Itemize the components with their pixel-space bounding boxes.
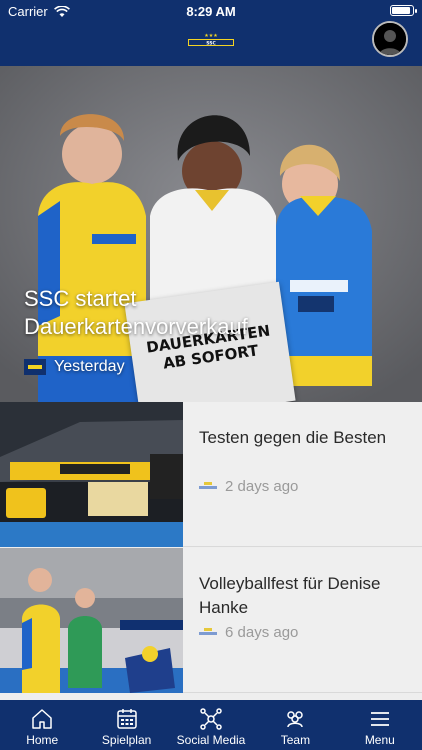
hero-title[interactable]: SSC startet Dauerkartenvorverkauf: [24, 285, 324, 341]
battery-icon: [390, 5, 417, 16]
news-title-2[interactable]: Volleyballfest für Denise Hanke: [199, 572, 399, 620]
club-logo-icon: [199, 627, 217, 638]
news-thumbnail-2: [0, 548, 183, 693]
top-bar: Carrier 8:29 AM ★★★ SSC: [0, 0, 422, 66]
user-silhouette-icon: [374, 23, 406, 55]
tab-team-label: Team: [280, 733, 311, 747]
calendar-icon: [116, 709, 137, 729]
svg-text:SSC: SSC: [206, 40, 216, 46]
club-source-icon: [24, 359, 46, 375]
hero-meta: Yesterday: [24, 358, 125, 376]
news-item-1[interactable]: Testen gegen die Besten 2 days ago: [0, 402, 422, 547]
home-icon: [32, 709, 52, 729]
tab-social-media-label: Social Media: [176, 733, 246, 747]
tab-home-label: Home: [26, 733, 59, 747]
tab-social-media[interactable]: Social Media: [169, 700, 253, 750]
news-date-1: 2 days ago: [225, 478, 299, 495]
hero-article[interactable]: DAUERKARTEN AB SOFORT SSC startet Dauerk…: [0, 66, 422, 402]
players-image: [0, 548, 183, 693]
news-item-2[interactable]: Volleyballfest für Denise Hanke 6 days a…: [0, 548, 422, 693]
tab-menu-label: Menu: [364, 733, 395, 747]
network-icon: [200, 708, 222, 730]
news-meta-2: 6 days ago: [199, 624, 298, 641]
club-logo: ★★★ SSC: [188, 33, 234, 46]
status-bar: Carrier 8:29 AM: [0, 0, 422, 22]
arena-image: [0, 402, 183, 547]
tab-spielplan[interactable]: Spielplan: [84, 700, 168, 750]
news-title-1[interactable]: Testen gegen die Besten: [199, 426, 399, 450]
news-thumbnail-1: [0, 402, 183, 547]
tab-home[interactable]: Home: [0, 700, 84, 750]
svg-text:★★★: ★★★: [204, 33, 218, 39]
profile-avatar-button[interactable]: [372, 21, 408, 57]
clock: 8:29 AM: [186, 4, 236, 19]
news-date-2: 6 days ago: [225, 624, 299, 641]
hero-date: Yesterday: [54, 358, 125, 375]
app: Carrier 8:29 AM ★★★ SSC DAUERKARTEN AB S…: [0, 0, 422, 750]
tab-team[interactable]: Team: [253, 700, 337, 750]
news-meta-1: 2 days ago: [199, 478, 298, 495]
team-icon: [287, 711, 304, 728]
tab-bar: Home Spielplan Social Media Team Menu: [0, 700, 422, 750]
club-logo-icon: [199, 481, 217, 492]
tab-menu[interactable]: Menu: [338, 700, 422, 750]
tab-spielplan-label: Spielplan: [101, 733, 152, 747]
menu-icon: [370, 712, 389, 726]
